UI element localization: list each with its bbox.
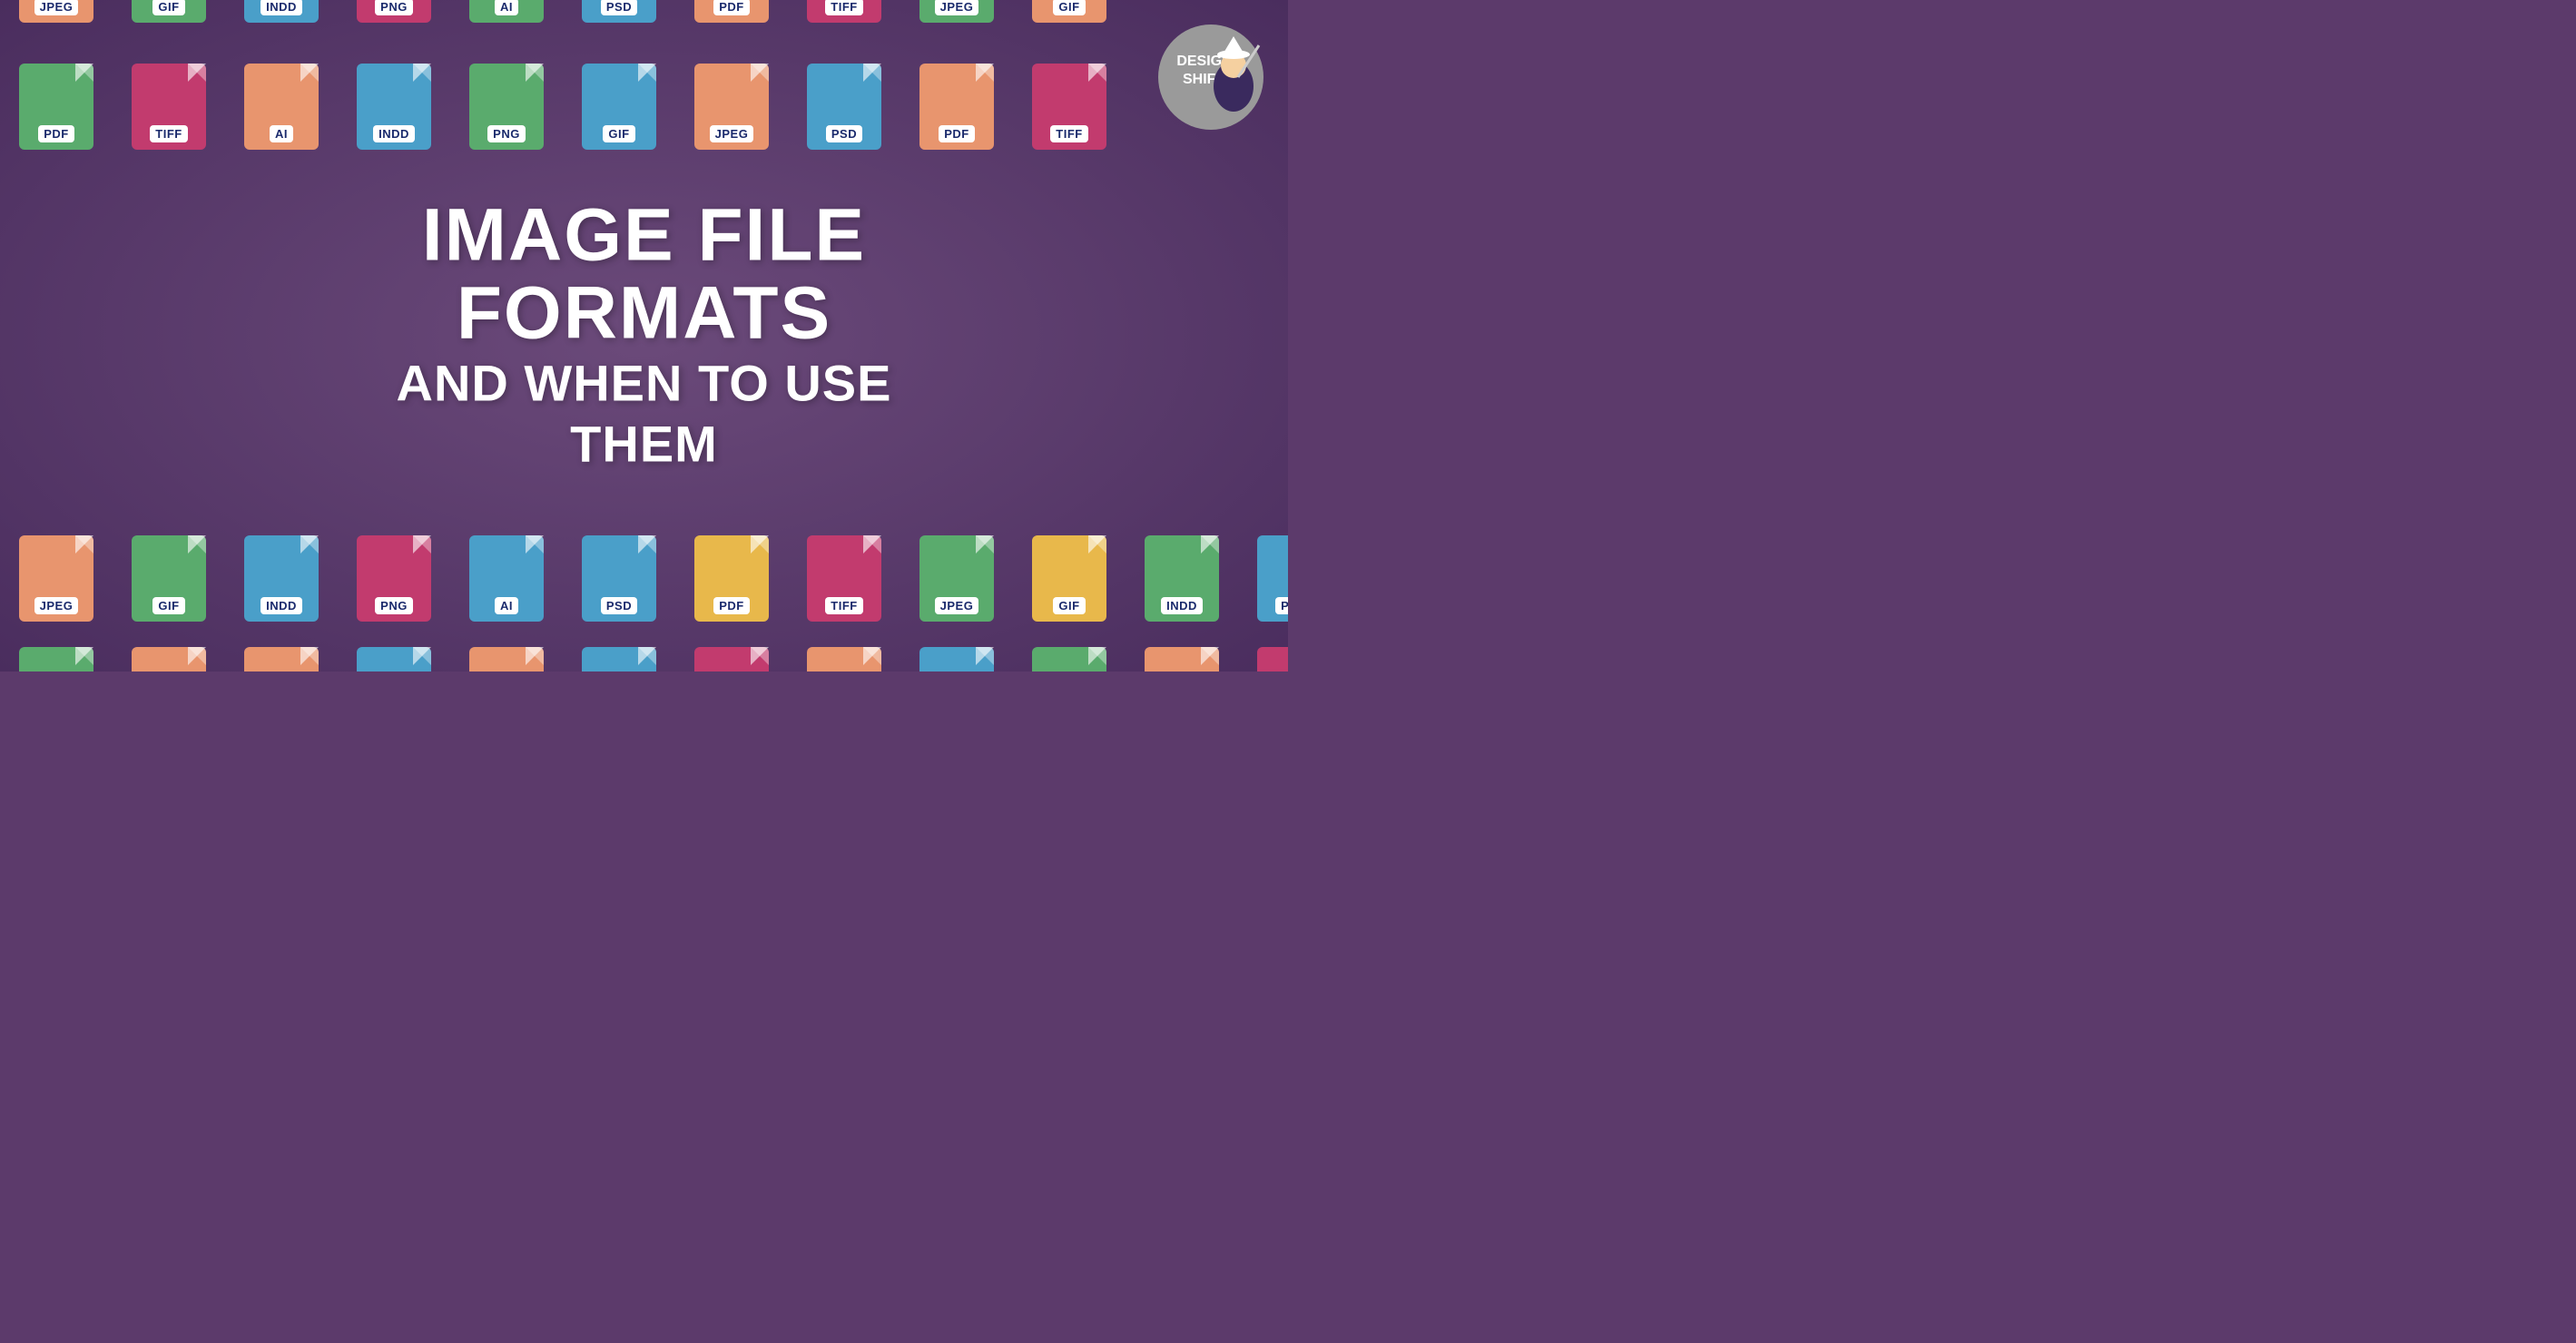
file-label: INDD [1161, 597, 1203, 614]
center-content: IMAGE FILE FORMATS AND WHEN TO USE THEM [322, 197, 967, 475]
file-icon-ai: AI [461, 0, 552, 23]
file-icon-indd: INDD [349, 50, 439, 150]
file-icon-ai: AI [236, 647, 327, 672]
file-label: TIFF [825, 597, 862, 614]
file-label: PSD [601, 597, 637, 614]
file-label: TIFF [150, 125, 187, 142]
sub-title: AND WHEN TO USE THEM [322, 353, 967, 475]
file-icon-pdf: PDF [686, 0, 777, 23]
file-icon-tiff: TIFF [1024, 647, 1115, 672]
file-icon-indd: INDD [236, 522, 327, 622]
icon-row-top: JPEG GIF INDD PNG AI PSD PDF TIFF JPEG GIF [0, 0, 1288, 23]
file-label: PDF [939, 125, 975, 142]
file-label: PSD [826, 125, 862, 142]
file-icon-jpeg: JPEG [11, 522, 102, 622]
file-icon-tiff: TIFF [123, 647, 214, 672]
file-label: JPEG [935, 0, 979, 15]
file-icon-png: PNG [349, 0, 439, 23]
file-icon-pdf: PDF [11, 647, 102, 672]
file-label: PSD [601, 0, 637, 15]
file-icon-jpeg: JPEG [11, 0, 102, 23]
file-icon-jpeg: JPEG [911, 522, 1002, 622]
file-label: GIF [152, 597, 184, 614]
file-icon-indd: INDD [1136, 522, 1227, 622]
file-icon-png: PNG [461, 647, 552, 672]
file-icon-pdf: PDF [11, 50, 102, 150]
file-label: INDD [261, 597, 302, 614]
file-icon-gif: GIF [1024, 0, 1115, 23]
file-icon-png: PNG [349, 522, 439, 622]
file-icon-png: PNG [1249, 522, 1288, 622]
file-label: PNG [1275, 597, 1288, 614]
file-label: AI [270, 125, 293, 142]
file-icon-jpeg: JPEG [686, 50, 777, 150]
file-label: JPEG [935, 597, 979, 614]
file-label: PDF [713, 597, 750, 614]
file-label: PNG [375, 597, 413, 614]
file-label: TIFF [1050, 125, 1087, 142]
file-icon-gif: GIF [574, 50, 664, 150]
file-label: AI [495, 597, 518, 614]
file-icon-gif: GIF [123, 522, 214, 622]
file-icon-indd: INDD [1249, 647, 1288, 672]
file-label: AI [495, 0, 518, 15]
file-label: PDF [713, 0, 750, 15]
file-label: GIF [603, 125, 634, 142]
file-icon-psd: PSD [799, 647, 890, 672]
file-label: PNG [487, 125, 526, 142]
file-label: PDF [38, 125, 74, 142]
file-icon-indd: INDD [349, 647, 439, 672]
background: JPEG GIF INDD PNG AI PSD PDF TIFF JPEG GIF PDF TIF… [0, 0, 1288, 672]
file-icon-ai: AI [236, 50, 327, 150]
file-icon-tiff: TIFF [123, 50, 214, 150]
file-label: INDD [373, 125, 415, 142]
file-label: GIF [1053, 597, 1085, 614]
file-icon-psd: PSD [799, 50, 890, 150]
file-icon-tiff: TIFF [799, 0, 890, 23]
file-label: GIF [1053, 0, 1085, 15]
file-label: PNG [375, 0, 413, 15]
file-icon-jpeg: JPEG [686, 647, 777, 672]
logo: DESIGN SHIFU [1152, 18, 1270, 136]
file-icon-gif: GIF [1024, 522, 1115, 622]
file-label: TIFF [825, 0, 862, 15]
icon-row-second: PDF TIFF AI INDD PNG GIF JPEG PSD PDF TIFF [0, 50, 1288, 150]
file-icon-ai: AI [461, 522, 552, 622]
file-icon-gif: GIF [123, 0, 214, 23]
file-icon-pdf: PDF [911, 50, 1002, 150]
file-icon-pdf: PDF [911, 647, 1002, 672]
file-label: JPEG [34, 0, 79, 15]
file-icon-ai: AI [1136, 647, 1227, 672]
file-icon-png: PNG [461, 50, 552, 150]
file-icon-pdf: PDF [686, 522, 777, 622]
file-icon-jpeg: JPEG [911, 0, 1002, 23]
file-label: GIF [152, 0, 184, 15]
file-icon-psd: PSD [574, 522, 664, 622]
file-icon-tiff: TIFF [1024, 50, 1115, 150]
main-title: IMAGE FILE FORMATS [322, 197, 967, 353]
file-icon-indd: INDD [236, 0, 327, 23]
icon-row-third: JPEG GIF INDD PNG AI PSD PDF TIFF JPEG GIF INDD PNG [0, 522, 1288, 622]
file-label: JPEG [710, 125, 754, 142]
file-label: INDD [261, 0, 302, 15]
file-icon-gif: GIF [574, 647, 664, 672]
file-icon-psd: PSD [574, 0, 664, 23]
file-icon-tiff: TIFF [799, 522, 890, 622]
icon-row-bottom: PDF TIFF AI INDD PNG GIF JPEG PSD PDF TIFF AI INDD [0, 647, 1288, 672]
file-label: JPEG [34, 597, 79, 614]
